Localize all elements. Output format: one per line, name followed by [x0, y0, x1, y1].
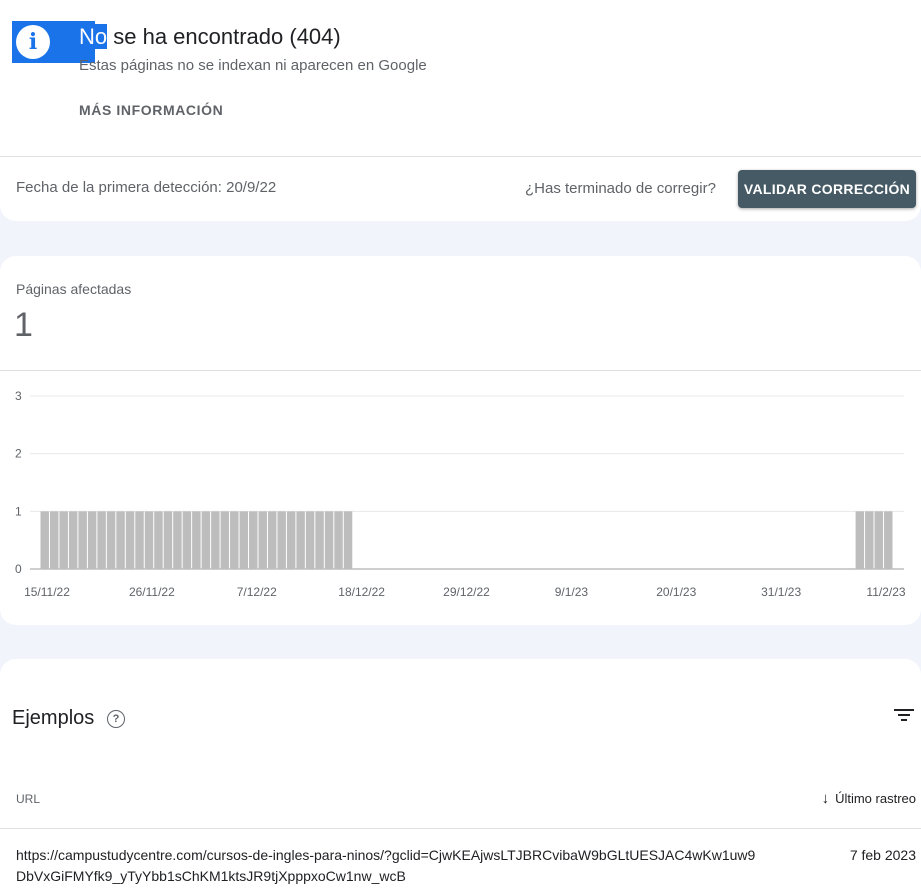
chart-bar [315, 511, 324, 569]
chart-bar [334, 511, 343, 569]
chart-bar [106, 511, 116, 569]
divider [0, 156, 921, 157]
x-tick-label: 18/12/22 [338, 585, 385, 599]
examples-card: Ejemplos ? URL ↓ Último rastreo https://c… [0, 659, 921, 890]
chart-bar [343, 511, 353, 569]
chart-bar [220, 511, 230, 569]
column-header-last-crawl[interactable]: ↓ Último rastreo [822, 790, 916, 807]
chart-bar [286, 511, 296, 569]
examples-title: Ejemplos [12, 707, 95, 729]
chart-bar [884, 511, 893, 569]
last-crawl-label: Último rastreo [835, 791, 916, 806]
table-row-date: 7 feb 2023 [849, 847, 916, 863]
chart-bar [192, 511, 201, 569]
chart-bar [855, 511, 865, 569]
y-tick-label: 2 [15, 447, 22, 461]
chart-bar [305, 511, 315, 569]
chart-bar [296, 511, 305, 569]
x-tick-label: 31/1/23 [761, 585, 801, 599]
x-tick-label: 20/1/23 [656, 585, 696, 599]
chart-bar [173, 511, 182, 569]
first-detection-date: Fecha de la primera detección: 20/9/22 [16, 179, 277, 196]
chart-bar [59, 511, 68, 569]
affected-pages-card: Páginas afectadas 1 0 1 2 3 15/11/22 26/11/22… [0, 256, 921, 625]
x-tick-label: 9/1/23 [555, 585, 589, 599]
chart-bar [258, 511, 267, 569]
y-tick-label: 0 [15, 562, 22, 576]
column-header-url[interactable]: URL [16, 792, 40, 806]
chart-bar [49, 511, 59, 569]
chart-bar [230, 511, 239, 569]
y-tick-label: 1 [15, 504, 22, 518]
more-info-link[interactable]: MÁS INFORMACIÓN [79, 102, 223, 118]
arrow-down-icon: ↓ [821, 790, 830, 807]
fix-question-text: ¿Has terminado de corregir? [525, 180, 716, 197]
chart-bar [324, 511, 334, 569]
chart-bar [865, 511, 874, 569]
chart-bar [874, 511, 884, 569]
issue-header-card: i No se ha encontrado (404) Estas página… [0, 0, 921, 221]
x-tick-label: 11/2/23 [866, 585, 905, 599]
chart-bar [182, 511, 192, 569]
page-subtitle: Estas páginas no se indexan ni aparecen … [79, 57, 427, 74]
chart-bar [154, 511, 163, 569]
title-rest: se ha encontrado (404) [107, 24, 341, 49]
chart-bar [249, 511, 258, 569]
help-icon[interactable]: ? [107, 710, 125, 728]
chart-bar [68, 511, 78, 569]
chart-bar [163, 511, 173, 569]
table-row-url[interactable]: https://campustudycentre.com/cursos-de-i… [16, 845, 756, 887]
chart-bar [116, 511, 125, 569]
chart-bar [211, 511, 220, 569]
chart-bar [277, 511, 286, 569]
chart-bar [201, 511, 211, 569]
validate-fix-button[interactable]: VALIDAR CORRECCIÓN [738, 170, 916, 208]
chart-bar [125, 511, 135, 569]
chart-bar [135, 511, 144, 569]
x-tick-label: 29/12/22 [443, 585, 490, 599]
affected-pages-chart: 0 1 2 3 15/11/22 26/11/22 7/12/22 18/12/22 29/12… [15, 389, 906, 599]
chart-bar [97, 511, 106, 569]
divider [0, 828, 921, 829]
y-tick-label: 3 [15, 389, 22, 403]
chart-bar [239, 511, 249, 569]
affected-pages-count: 1 [14, 306, 33, 344]
x-tick-label: 7/12/22 [237, 585, 277, 599]
x-tick-label: 15/11/22 [24, 585, 70, 599]
chart-bar [87, 511, 97, 569]
info-icon: i [16, 25, 50, 59]
chart-bar [144, 511, 154, 569]
chart-bar [267, 511, 277, 569]
title-highlight: No [79, 24, 108, 49]
page-title: No se ha encontrado (404) [79, 22, 341, 52]
x-tick-label: 26/11/22 [129, 585, 175, 599]
chart-bar [40, 511, 49, 569]
filter-icon[interactable] [892, 705, 916, 725]
chart-bar [78, 511, 87, 569]
affected-pages-label: Páginas afectadas [16, 281, 132, 297]
